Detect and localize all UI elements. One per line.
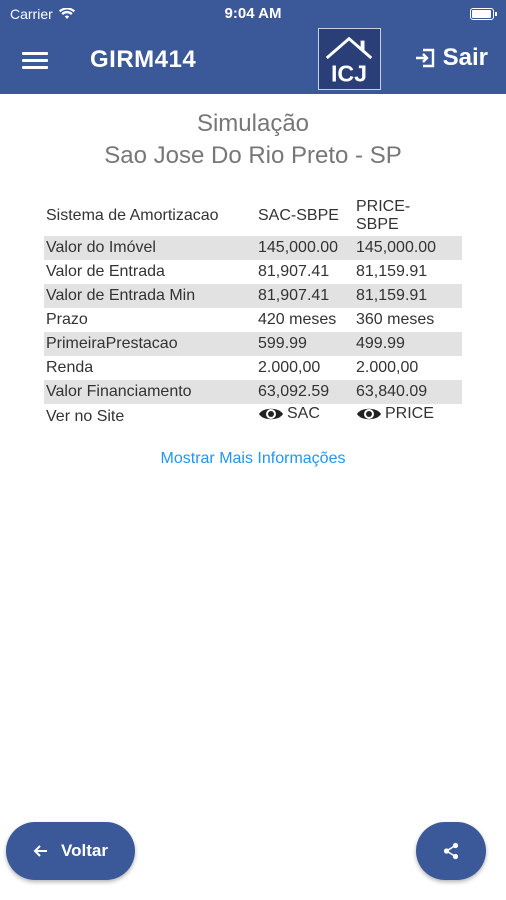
app-title: GIRM414 <box>90 46 197 73</box>
price-value: 145,000.00 <box>354 236 462 260</box>
battery-fill <box>472 10 491 18</box>
row-label: Valor Financiamento <box>44 380 256 404</box>
logout-icon <box>415 48 434 68</box>
simulation-heading: Simulação Sao Jose Do Rio Preto - SP <box>0 108 506 172</box>
price-value: 81,159.91 <box>354 284 462 308</box>
row-label: Valor de Entrada Min <box>44 284 256 308</box>
column-header: Sistema de Amortizacao <box>46 207 219 224</box>
menu-icon[interactable] <box>20 48 50 74</box>
table-row: Valor do Imóvel 145,000.00 145,000.00 <box>44 236 462 260</box>
sac-value: 599.99 <box>256 332 354 356</box>
sac-value: 420 meses <box>258 311 337 328</box>
logout-button[interactable]: Sair <box>413 44 488 72</box>
table-header-row: Sistema de Amortizacao SAC-SBPE PRICE- S… <box>44 196 462 236</box>
price-link-label: PRICE <box>385 405 434 422</box>
price-value: 81,159.91 <box>356 263 428 280</box>
column-header: PRICE- SBPE <box>356 198 411 233</box>
city-subtitle: Sao Jose Do Rio Preto - SP <box>104 142 402 169</box>
view-sac-link[interactable]: SAC <box>258 404 320 424</box>
row-label: Valor de Entrada <box>46 263 165 280</box>
sac-value: 81,907.41 <box>258 263 330 280</box>
simulation-table: Sistema de Amortizacao SAC-SBPE PRICE- S… <box>44 196 462 429</box>
price-value: 499.99 <box>354 332 462 356</box>
sac-value: 2.000,00 <box>258 359 321 376</box>
price-value: 2.000,00 <box>356 359 419 376</box>
view-price-link[interactable]: PRICE <box>356 404 434 424</box>
row-label: Ver no Site <box>46 407 125 425</box>
row-label: Prazo <box>46 311 88 328</box>
table-row: Prazo 420 meses 360 meses <box>44 308 462 332</box>
eye-icon <box>357 408 381 420</box>
app-bar: GIRM414 ICJ Sair <box>0 28 506 94</box>
row-label: PrimeiraPrestacao <box>44 332 256 356</box>
back-button-label: Voltar <box>61 841 108 860</box>
page-title: Simulação <box>196 110 310 137</box>
share-button[interactable] <box>416 822 486 880</box>
table-row: PrimeiraPrestacao 599.99 499.99 <box>44 332 462 356</box>
battery-icon <box>470 8 497 20</box>
eye-icon <box>259 408 283 420</box>
table-row: Valor Financiamento 63,092.59 63,840.09 <box>44 380 462 404</box>
arrow-left-icon <box>33 845 48 857</box>
sac-value: 81,907.41 <box>256 284 354 308</box>
back-button[interactable]: Voltar <box>6 822 135 880</box>
price-value: 63,840.09 <box>354 380 462 404</box>
row-label: Valor do Imóvel <box>44 236 256 260</box>
more-info-link[interactable]: Mostrar Mais Informações <box>0 450 506 468</box>
logout-label: Sair <box>442 44 488 71</box>
table-row: Renda 2.000,00 2.000,00 <box>44 356 462 380</box>
row-label: Renda <box>46 359 94 376</box>
share-icon <box>443 842 459 860</box>
sac-value: 145,000.00 <box>256 236 354 260</box>
table-row: Valor de Entrada 81,907.41 81,159.91 <box>44 260 462 284</box>
sac-value: 63,092.59 <box>256 380 354 404</box>
table-row: Valor de Entrada Min 81,907.41 81,159.91 <box>44 284 462 308</box>
status-time: 9:04 AM <box>224 5 282 22</box>
column-header: SAC-SBPE <box>258 207 339 224</box>
site-row: Ver no Site SAC PRICE <box>44 404 462 429</box>
icj-logo: ICJ <box>318 28 381 90</box>
sac-link-label: SAC <box>287 405 320 422</box>
price-value: 360 meses <box>356 311 435 328</box>
logo-text: ICJ <box>331 60 367 86</box>
status-bar: Carrier 9:04 AM <box>0 0 506 28</box>
